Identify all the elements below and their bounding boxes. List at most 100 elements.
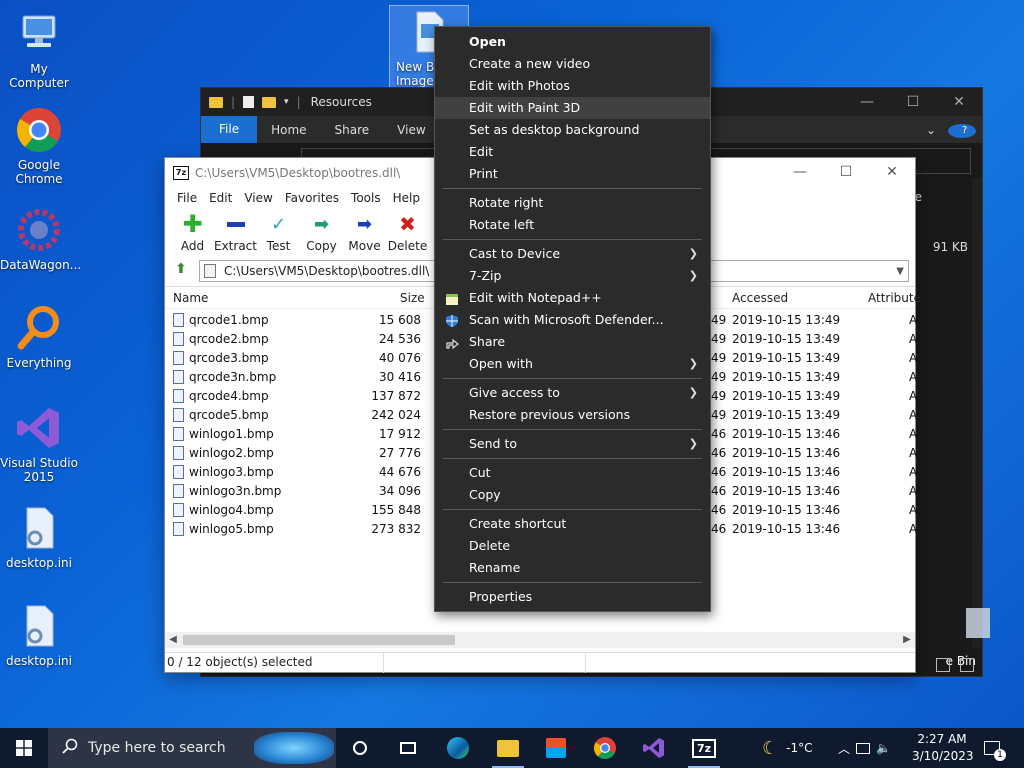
new-folder-icon[interactable] [262, 96, 277, 108]
path-dropdown-icon[interactable]: ▼ [896, 266, 904, 277]
menu-favorites[interactable]: Favorites [279, 191, 345, 205]
explorer-close-button[interactable]: ✕ [936, 88, 982, 116]
context-menu-item-cast-to-device[interactable]: Cast to Device ❯ [435, 243, 710, 265]
large-icons-view-icon[interactable] [960, 658, 974, 672]
taskbar-file-explorer-button[interactable] [484, 728, 532, 768]
context-menu-item-delete[interactable]: Delete [435, 535, 710, 557]
test-button[interactable]: ✓ Test [257, 213, 300, 254]
delete-button[interactable]: ✖ Delete [386, 212, 429, 253]
desktop-icon-desktop-ini-2[interactable]: desktop.ini [0, 602, 78, 668]
move-button[interactable]: ➡ Move [343, 213, 386, 254]
7zip-minimize-button[interactable]: — [777, 158, 823, 187]
context-menu-item-restore-previous-versions[interactable]: Restore previous versions [435, 404, 710, 426]
file-attributes: A [909, 484, 918, 498]
visual-studio-icon [15, 404, 63, 452]
menu-view[interactable]: View [238, 191, 278, 205]
context-menu-item-share[interactable]: Share [435, 331, 710, 353]
volume-icon[interactable]: 🔈 [876, 741, 891, 755]
start-button[interactable] [0, 728, 48, 768]
taskbar-chrome-button[interactable] [581, 728, 629, 768]
taskbar-edge-button[interactable] [434, 728, 482, 768]
ribbon-tab-file[interactable]: File [201, 116, 258, 143]
scroll-thumb[interactable] [183, 635, 455, 645]
context-menu-item-edit-with-paint-3d[interactable]: Edit with Paint 3D [435, 97, 710, 119]
ribbon-tab-view[interactable]: View [383, 123, 439, 137]
ribbon-tab-share[interactable]: Share [321, 123, 384, 137]
copy-button[interactable]: ➡ Copy [300, 213, 343, 254]
taskbar-search-box[interactable]: Type here to search [48, 728, 336, 768]
file-name: winlogo5.bmp [189, 522, 274, 536]
notification-center-button[interactable]: 1 [984, 728, 1006, 768]
menu-help[interactable]: Help [387, 191, 426, 205]
7zip-close-button[interactable]: ✕ [869, 158, 915, 187]
scroll-right-icon[interactable]: ▶ [899, 632, 915, 648]
help-icon[interactable]: ? [942, 122, 982, 138]
up-folder-icon[interactable]: ⬆ [171, 261, 191, 281]
context-menu-item-open[interactable]: Open [435, 31, 710, 53]
context-menu-item-give-access-to[interactable]: Give access to ❯ [435, 382, 710, 404]
explorer-maximize-button[interactable]: ☐ [890, 88, 936, 116]
ribbon-expand-icon[interactable]: ⌄ [920, 123, 942, 137]
desktop-icon-datawagon[interactable]: DataWagon... [0, 206, 81, 272]
menu-tools[interactable]: Tools [345, 191, 387, 205]
column-header-attributes[interactable]: Attribute [868, 291, 921, 305]
desktop-icon-my-computer[interactable]: My Computer [0, 10, 78, 90]
desktop-icon-everything[interactable]: Everything [0, 304, 78, 370]
context-menu-item-send-to[interactable]: Send to ❯ [435, 433, 710, 455]
context-menu-item-rename[interactable]: Rename [435, 557, 710, 579]
weather-widget[interactable]: ☾ -1°C [762, 728, 812, 768]
context-menu-item-create-a-new-video[interactable]: Create a new video [435, 53, 710, 75]
add-button[interactable]: ✚ Add [171, 210, 214, 253]
quick-access-dropdown-icon[interactable]: ▾ [284, 97, 289, 107]
explorer-vscroll[interactable] [972, 178, 982, 648]
context-menu-item-edit[interactable]: Edit [435, 141, 710, 163]
recycle-bin-icon[interactable] [966, 608, 990, 638]
scroll-left-icon[interactable]: ◀ [165, 632, 181, 648]
taskbar-visual-studio-button[interactable] [630, 728, 678, 768]
file-attributes: A [909, 370, 918, 384]
horizontal-scrollbar[interactable]: ◀ ▶ [165, 632, 915, 648]
context-menu-item-scan-with-microsoft-defender[interactable]: Scan with Microsoft Defender... [435, 309, 710, 331]
context-menu-item-7-zip[interactable]: 7-Zip ❯ [435, 265, 710, 287]
network-icon[interactable] [856, 742, 871, 754]
desktop-icon-label: Visual Studio 2015 [0, 456, 78, 484]
column-header-accessed[interactable]: Accessed [732, 291, 788, 305]
context-menu-item-edit-with-notepad[interactable]: Edit with Notepad++ [435, 287, 710, 309]
context-menu-item-set-as-desktop-background[interactable]: Set as desktop background [435, 119, 710, 141]
details-view-icon[interactable] [936, 658, 950, 672]
explorer-minimize-button[interactable]: — [844, 88, 890, 116]
7zip-maximize-button[interactable]: ☐ [823, 158, 869, 187]
desktop-icon-google-chrome[interactable]: Google Chrome [0, 106, 78, 186]
tray-overflow-chevron-icon[interactable]: ︿ [838, 740, 850, 757]
context-menu-item-copy[interactable]: Copy [435, 484, 710, 506]
menu-file[interactable]: File [171, 191, 203, 205]
taskbar-clock[interactable]: 2:27 AM 3/10/2023 [912, 731, 974, 765]
context-menu-item-rotate-right[interactable]: Rotate right [435, 192, 710, 214]
context-menu-item-create-shortcut[interactable]: Create shortcut [435, 513, 710, 535]
column-header-size[interactable]: Size [400, 291, 425, 305]
desktop-icon-desktop-ini-1[interactable]: desktop.ini [0, 504, 78, 570]
file-name: winlogo4.bmp [189, 503, 274, 517]
menu-edit[interactable]: Edit [203, 191, 238, 205]
context-menu-item-cut[interactable]: Cut [435, 462, 710, 484]
properties-checkbox-icon[interactable] [243, 96, 255, 108]
context-menu-item-open-with[interactable]: Open with ❯ [435, 353, 710, 375]
context-menu-item-print[interactable]: Print [435, 163, 710, 185]
column-header-name[interactable]: Name [173, 291, 208, 305]
desktop-icon-visual-studio[interactable]: Visual Studio 2015 [0, 404, 78, 484]
task-view-button[interactable] [336, 728, 384, 768]
file-size: 155 848 [371, 503, 421, 517]
taskbar-7zip-button[interactable]: 7z [680, 728, 728, 768]
taskbar-store-button[interactable] [532, 728, 580, 768]
context-menu-item-edit-with-photos[interactable]: Edit with Photos [435, 75, 710, 97]
desktop-icon-label: My Computer [9, 62, 69, 90]
task-view-icon-button[interactable] [384, 728, 432, 768]
ribbon-tab-home[interactable]: Home [257, 123, 320, 137]
context-menu-item-rotate-left[interactable]: Rotate left [435, 214, 710, 236]
7zip-logo-icon: 7z [173, 165, 189, 180]
menu-separator [443, 378, 702, 379]
extract-button[interactable]: Extract [214, 213, 257, 253]
context-menu-item-properties[interactable]: Properties [435, 586, 710, 608]
modified-fragment: 49 [711, 389, 727, 403]
submenu-chevron-icon: ❯ [688, 437, 698, 450]
